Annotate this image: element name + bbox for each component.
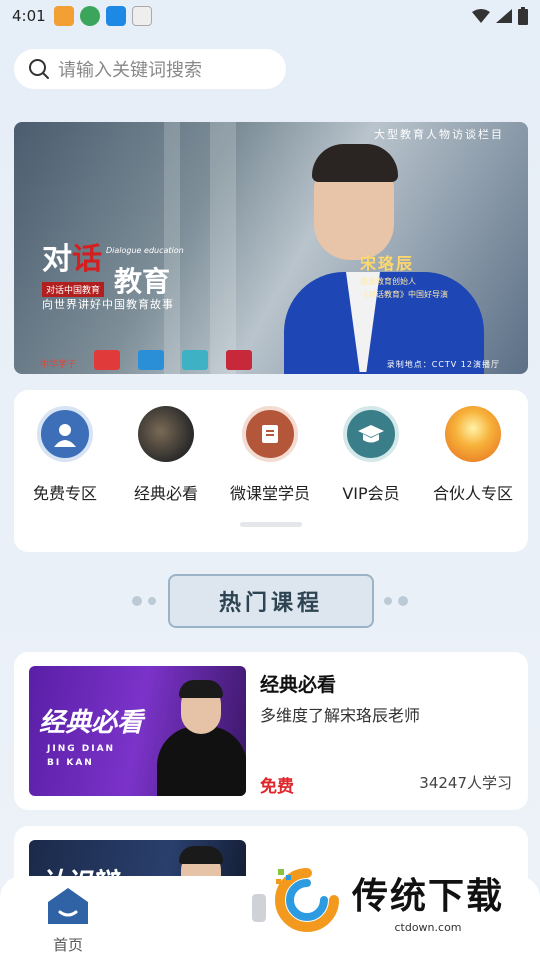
- course-price: 免费: [260, 777, 294, 797]
- category-label: 经典必看: [133, 484, 198, 503]
- category-panel: 免费专区 经典必看 微课堂学员 VIP会员 合伙人专区: [14, 390, 528, 552]
- decor-dot: [148, 597, 156, 605]
- category-micro-class[interactable]: 微课堂学员: [220, 406, 320, 504]
- status-indicators: [472, 7, 528, 25]
- partner-logo: [182, 350, 209, 370]
- category-partner[interactable]: 合伙人专区: [423, 406, 523, 504]
- course-card[interactable]: 经典必看 JING DIAN BI KAN 经典必看 多维度了解宋珞辰老师 免费 …: [14, 652, 528, 810]
- watermark-text: 传统下载 ctdown.com: [352, 867, 504, 934]
- app-notification-icon: [131, 6, 152, 26]
- app-notification-icon: [53, 6, 74, 26]
- guest-info: 宋珞辰 珞辰教育创始人 《对话教育》中国好导演: [360, 250, 448, 300]
- category-free-zone[interactable]: 免费专区: [15, 406, 115, 504]
- search-icon: [29, 59, 49, 79]
- banner-title-2: 教育: [114, 265, 171, 298]
- banner-top-caption: 大型教育人物访谈栏目: [374, 128, 504, 141]
- course-description: 多维度了解宋珞辰老师: [260, 706, 421, 725]
- course-thumbnail: 经典必看 JING DIAN BI KAN: [29, 666, 246, 796]
- search-placeholder: 请输入关键词搜索: [58, 60, 202, 81]
- category-classic[interactable]: 经典必看: [116, 406, 216, 504]
- photo-icon: [138, 406, 194, 462]
- card-icon: [242, 406, 298, 462]
- sunset-icon: [445, 406, 501, 462]
- promo-banner[interactable]: 大型教育人物访谈栏目 对话 Dialogue education 教育 对话中国…: [14, 122, 528, 374]
- category-label: VIP会员: [342, 484, 400, 503]
- home-icon: [48, 888, 88, 924]
- partner-logo: [94, 350, 121, 370]
- watermark-logo: [272, 865, 342, 935]
- course-title: 经典必看: [260, 674, 337, 696]
- banner-subtitle-en: Dialogue education: [106, 246, 184, 255]
- thumb-person: [157, 726, 246, 796]
- signal-icon: [496, 9, 512, 23]
- graduation-cap-icon: [343, 406, 399, 462]
- banner-title-char: 话: [72, 242, 102, 277]
- download-icon: [105, 6, 126, 26]
- thumb-subtitle: JING DIAN BI KAN: [47, 742, 115, 770]
- user-icon: [37, 406, 93, 462]
- guest-hair: [312, 144, 398, 182]
- category-label: 合伙人专区: [432, 484, 513, 503]
- partner-logo: [226, 350, 253, 370]
- nav-secondary-icon[interactable]: [252, 894, 266, 922]
- decor-dot: [132, 596, 142, 606]
- course-learner-count: 34247人学习: [419, 774, 512, 792]
- background-pillar: [210, 122, 236, 374]
- banner-tagline: 向世界讲好中国教育故事: [42, 298, 174, 311]
- category-label: 微课堂学员: [229, 484, 310, 503]
- guest-title-line: 珞辰教育创始人: [360, 277, 416, 286]
- nav-home[interactable]: 首页: [28, 886, 108, 955]
- status-time: 4:01: [12, 7, 46, 25]
- banner-bottom-caption: 录制地点：CCTV 12演播厅: [386, 360, 500, 369]
- watermark-title: 传统下载: [352, 875, 505, 917]
- watermark-url: ctdown.com: [394, 920, 462, 934]
- status-bar: 4:01: [0, 0, 540, 32]
- decor-dot: [398, 596, 408, 606]
- partner-logo: [138, 350, 165, 370]
- thumb-person-hair: [179, 680, 223, 698]
- decor-dot: [384, 597, 392, 605]
- shield-app-icon: [79, 6, 100, 26]
- guest-name: 宋珞辰: [360, 254, 415, 273]
- banner-title: 对话: [42, 234, 102, 278]
- category-vip[interactable]: VIP会员: [321, 406, 421, 504]
- guest-title-line: 《对话教育》中国好导演: [360, 290, 448, 299]
- scroll-indicator: [240, 522, 302, 527]
- wifi-icon: [472, 9, 490, 23]
- watermark: 传统下载 ctdown.com: [272, 858, 522, 942]
- partner-logo: 中华学子: [40, 360, 77, 370]
- battery-icon: [518, 7, 528, 25]
- thumb-title: 经典必看: [39, 708, 144, 738]
- thumb-subtitle-line: JING DIAN: [47, 744, 116, 754]
- search-input[interactable]: 请输入关键词搜索: [14, 49, 286, 89]
- partner-logos: 中华学子: [40, 350, 253, 370]
- banner-org-badge: 对话中国教育: [42, 282, 105, 297]
- nav-home-label: 首页: [52, 936, 83, 954]
- thumb-person-hair: [179, 846, 223, 864]
- thumb-subtitle-line: BI KAN: [47, 758, 94, 768]
- section-title: 热门课程: [168, 574, 374, 628]
- category-label: 免费专区: [32, 484, 97, 503]
- banner-title-char: 对: [42, 242, 72, 277]
